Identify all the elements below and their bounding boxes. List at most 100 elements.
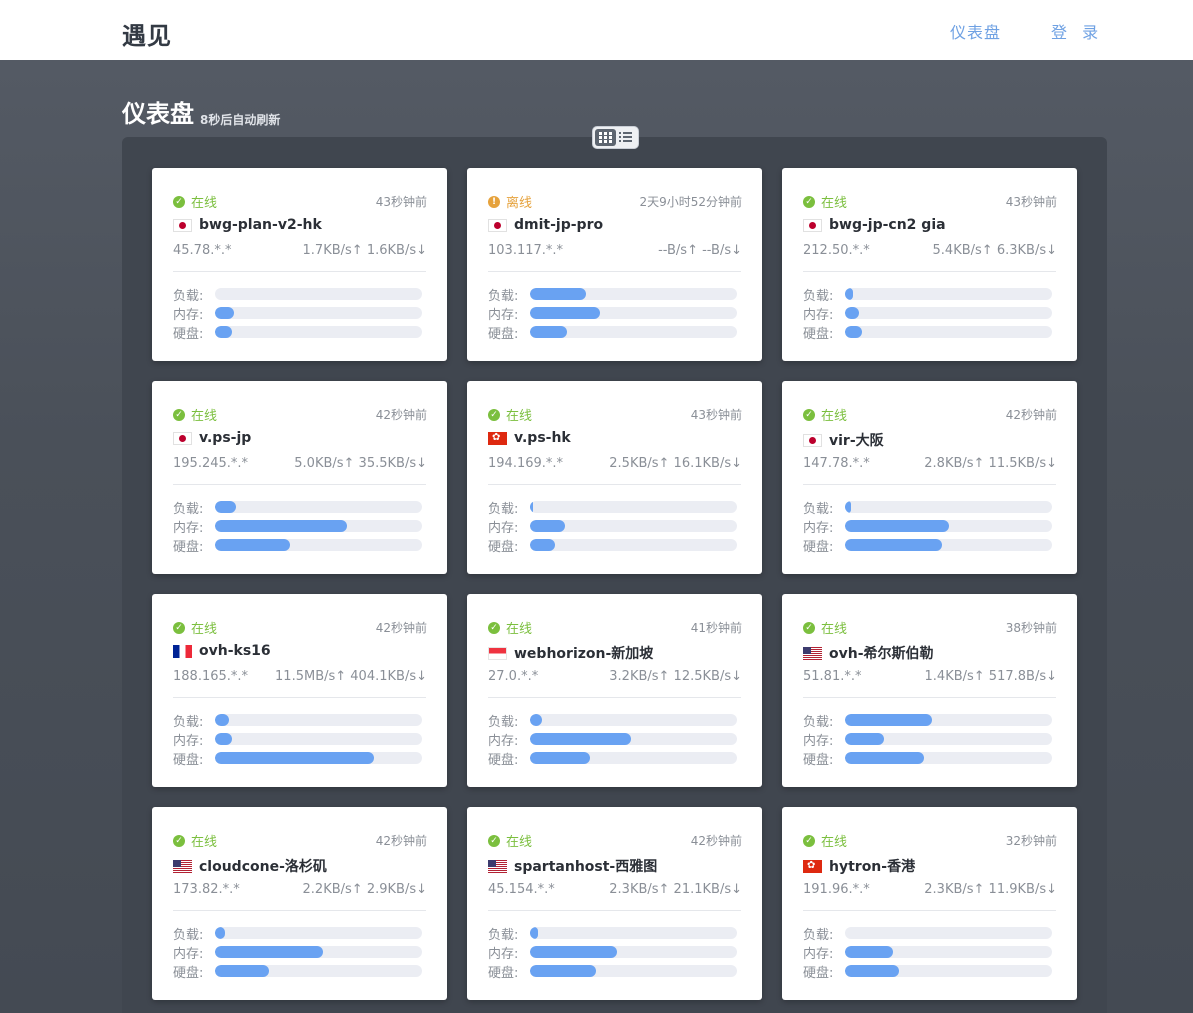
server-title: bwg-plan-v2-hk [173,217,322,233]
status-badge: ✓ 在线 [488,618,532,637]
card-divider [173,271,426,272]
load-bar [845,927,1052,939]
page-title: 仪表盘 [122,100,194,128]
disk-bar [845,326,1052,338]
card-divider [173,910,426,911]
server-ip: 188.165.*.* [173,669,249,684]
memory-bar-fill [215,307,234,319]
status-text: 在线 [191,622,218,637]
disk-label: 硬盘: [803,753,834,768]
card-divider [488,697,741,698]
memory-bar-fill [530,307,601,319]
disk-label: 硬盘: [803,966,834,981]
status-badge: ✓ 在线 [488,831,532,850]
status-text: 在线 [191,835,218,850]
grid-view-button[interactable] [595,129,616,146]
server-card[interactable]: ✓ 在线 38秒钟前 ovh-希尔斯伯勒 51.81.*.* 1.4KB/s↑ 517.8… [782,594,1077,787]
card-divider [803,910,1056,911]
server-ip: 51.81.*.* [803,669,862,684]
server-card[interactable]: ✓ 在线 42秒钟前 cloudcone-洛杉矶 173.82.*.* 2.2KB/s↑ … [152,807,447,1000]
memory-label: 内存: [173,734,204,749]
load-label: 负载: [488,502,519,517]
load-bar [530,714,737,726]
disk-bar [845,965,1052,977]
server-title: bwg-jp-cn2 gia [803,217,946,233]
server-card[interactable]: ! 离线 2天9小时52分钟前 dmit-jp-pro 103.117.*.* --B/s… [467,168,762,361]
last-seen-time: 43秒钟前 [375,195,427,209]
network-speed: 5.4KB/s↑ 6.3KB/s↓ [932,243,1057,258]
check-circle-icon: ✓ [488,408,500,421]
disk-label: 硬盘: [173,327,204,342]
server-card[interactable]: ✓ 在线 43秒钟前 bwg-plan-v2-hk 45.78.*.* 1.7KB/s↑ … [152,168,447,361]
server-title: spartanhost-西雅图 [488,856,657,876]
disk-bar-fill [215,965,269,977]
memory-bar-fill [215,946,323,958]
server-card[interactable]: ✓ 在线 42秒钟前 v.ps-jp 195.245.*.* 5.0KB/s↑ 35.5K… [152,381,447,574]
network-speed: 2.5KB/s↑ 16.1KB/s↓ [609,456,742,471]
network-speed: 11.5MB/s↑ 404.1KB/s↓ [275,669,427,684]
server-card[interactable]: ✓ 在线 43秒钟前 bwg-jp-cn2 gia 212.50.*.* 5.4KB/s↑… [782,168,1077,361]
server-ip: 191.96.*.* [803,882,870,897]
server-ip: 45.78.*.* [173,243,232,258]
check-circle-icon: ✓ [173,408,185,421]
network-speed: 1.4KB/s↑ 517.8B/s↓ [924,669,1057,684]
last-seen-time: 42秒钟前 [375,408,427,422]
load-bar-fill [845,501,852,513]
disk-label: 硬盘: [488,753,519,768]
flag-us-icon [488,859,507,873]
load-bar [215,927,422,939]
server-card[interactable]: ✓ 在线 42秒钟前 vir-大阪 147.78.*.* 2.8KB/s↑ 11.5KB/… [782,381,1077,574]
status-text: 在线 [191,196,218,211]
memory-bar [530,520,737,532]
server-card[interactable]: ✓ 在线 42秒钟前 spartanhost-西雅图 45.154.*.* 2.3KB/s… [467,807,762,1000]
disk-bar-fill [530,965,597,977]
server-card[interactable]: ✓ 在线 32秒钟前 hytron-香港 191.96.*.* 2.3KB/s↑ 11.9… [782,807,1077,1000]
status-badge: ✓ 在线 [173,618,217,637]
server-ip: 173.82.*.* [173,882,240,897]
load-bar [845,288,1052,300]
status-badge: ✓ 在线 [803,831,847,850]
status-text: 在线 [191,409,218,424]
load-bar-fill [215,927,226,939]
server-ip: 147.78.*.* [803,456,870,471]
check-circle-icon: ✓ [173,621,185,634]
server-title: ovh-希尔斯伯勒 [803,643,934,663]
disk-label: 硬盘: [488,327,519,342]
load-label: 负载: [803,928,834,943]
flag-jp-icon [803,433,822,447]
disk-label: 硬盘: [488,966,519,981]
disk-bar-fill [530,326,568,338]
server-title: dmit-jp-pro [488,217,603,233]
load-label: 负载: [488,715,519,730]
load-bar-fill [530,501,534,513]
memory-label: 内存: [803,947,834,962]
load-bar-fill [215,714,230,726]
flag-jp-icon [803,218,822,232]
disk-bar [215,752,422,764]
server-card[interactable]: ✓ 在线 42秒钟前 ovh-ks16 188.165.*.* 11.5MB/s↑ 404… [152,594,447,787]
server-card[interactable]: ✓ 在线 43秒钟前 v.ps-hk 194.169.*.* 2.5KB/s↑ 16.1K… [467,381,762,574]
card-divider [803,271,1056,272]
network-speed: --B/s↑ --B/s↓ [658,243,742,258]
nav-login-link[interactable]: 登 录 [1051,19,1103,43]
auto-refresh-note: 8秒后自动刷新 [200,113,281,127]
disk-label: 硬盘: [173,753,204,768]
nav-dashboard-link[interactable]: 仪表盘 [950,19,1001,43]
load-label: 负载: [488,289,519,304]
load-bar [530,501,737,513]
status-text: 在线 [821,835,848,850]
disk-label: 硬盘: [173,966,204,981]
memory-label: 内存: [173,308,204,323]
load-bar [215,288,422,300]
list-view-button[interactable] [616,129,637,146]
server-card[interactable]: ✓ 在线 41秒钟前 webhorizon-新加坡 27.0.*.* 3.2KB/s↑ 1… [467,594,762,787]
card-divider [488,910,741,911]
server-name: cloudcone-洛杉矶 [199,859,327,875]
check-circle-icon: ✓ [803,834,815,847]
last-seen-time: 42秒钟前 [375,621,427,635]
server-title: webhorizon-新加坡 [488,643,653,663]
network-speed: 2.2KB/s↑ 2.9KB/s↓ [302,882,427,897]
top-navbar: 遇见 仪表盘 登 录 [0,0,1193,60]
site-brand[interactable]: 遇见 [122,16,172,51]
disk-bar-fill [530,539,555,551]
